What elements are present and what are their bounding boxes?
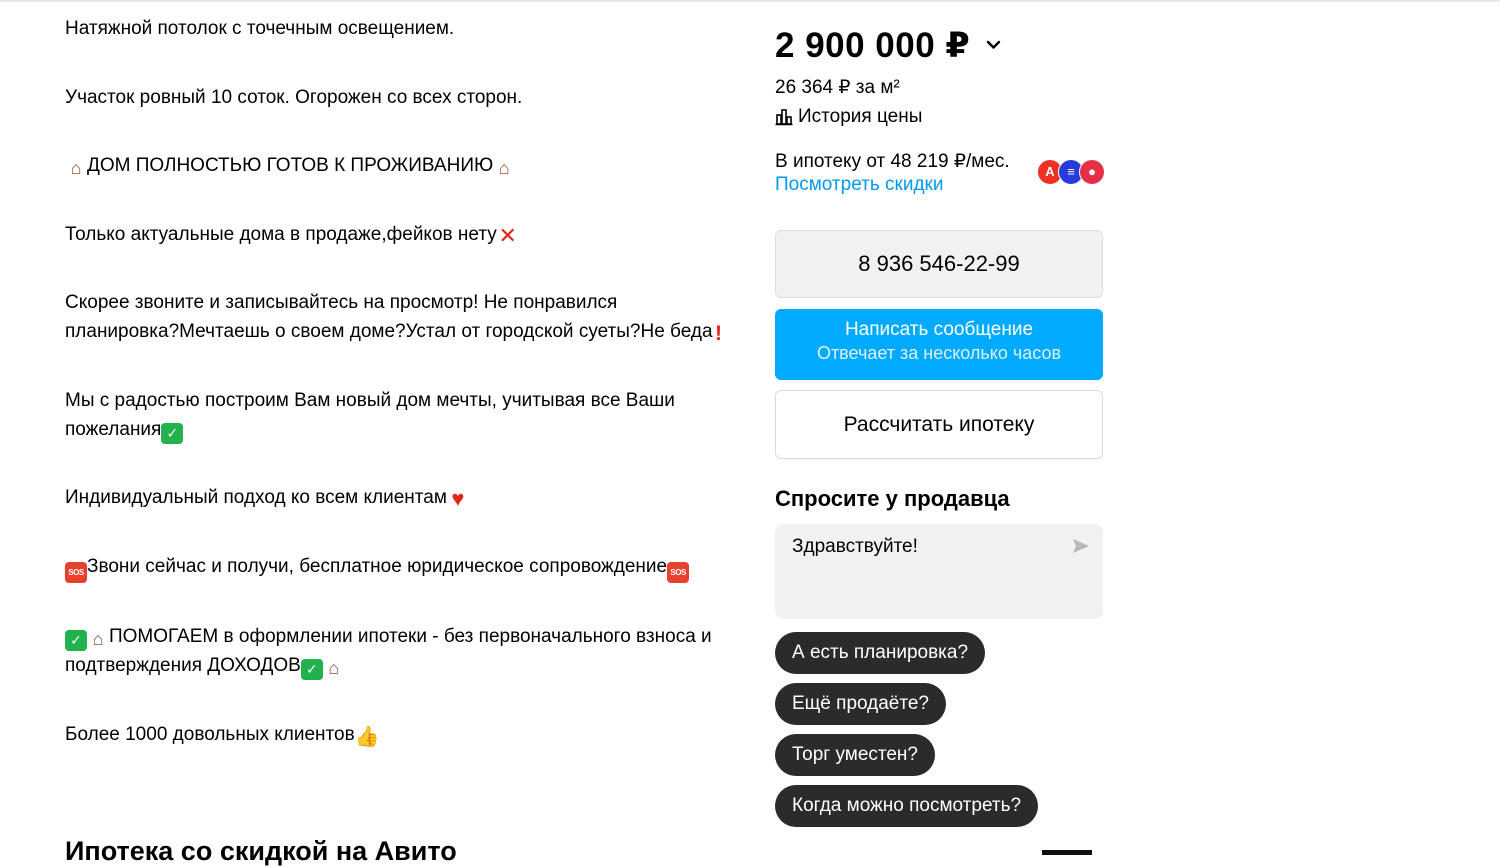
house-emoji-icon: ⌂	[70, 158, 82, 178]
desc-paragraph: ⌂ ДОМ ПОЛНОСТЬЮ ГОТОВ К ПРОЖИВАНИЮ ⌂	[65, 151, 735, 180]
calculate-mortgage-button[interactable]: Рассчитать ипотеку	[775, 390, 1103, 459]
desc-paragraph: Мы с радостью построим Вам новый дом меч…	[65, 386, 735, 444]
house-emoji-icon: ⌂	[92, 629, 104, 649]
thumbs-up-icon: 👍	[354, 725, 380, 748]
quick-question-chip[interactable]: А есть планировка?	[775, 632, 986, 674]
quick-question-chip[interactable]: Когда можно посмотреть?	[775, 785, 1039, 827]
house-emoji-icon: ⌂	[328, 658, 340, 678]
desc-text: ПОМОГАЕМ в оформлении ипотеки - без перв…	[65, 626, 712, 676]
price-per-m2: 26 364 ₽ за м²	[775, 77, 900, 98]
desc-text: Более 1000 довольных клиентов	[65, 723, 355, 745]
quick-question-chip[interactable]: Ещё продаёте?	[775, 683, 946, 725]
desc-paragraph: Индивидуальный подход ко всем клиентам ♥	[65, 483, 735, 512]
show-phone-button[interactable]: 8 936 546-22-99	[775, 230, 1103, 298]
house-emoji-icon: ⌂	[498, 158, 510, 178]
desc-text: Скорее звоните и записывайтесь на просмо…	[65, 292, 713, 342]
desc-text: Мы с радостью построим Вам новый дом меч…	[65, 389, 675, 440]
desc-text: Звони сейчас и получи, бесплатное юридич…	[87, 555, 668, 577]
desc-paragraph: Участок ровный 10 соток. Огорожен со все…	[65, 83, 735, 112]
bank-logo-icon: ●	[1079, 159, 1105, 185]
desc-text: Индивидуальный подход ко всем клиентам	[65, 487, 447, 508]
ask-seller-text: Здравствуйте!	[792, 536, 918, 557]
desc-text: ДОМ ПОЛНОСТЬЮ ГОТОВ К ПРОЖИВАНИЮ	[87, 155, 494, 176]
top-divider	[0, 0, 1500, 2]
price-history-link[interactable]: История цены	[775, 106, 922, 128]
mortgage-monthly: В ипотеку от 48 219 ₽/мес.	[775, 151, 1010, 172]
check-mark-icon: ✓	[161, 422, 184, 444]
cross-mark-icon: ✕	[498, 222, 517, 248]
price-history-label: История цены	[798, 106, 923, 127]
send-icon[interactable]	[1072, 538, 1090, 554]
see-discounts-link[interactable]: Посмотреть скидки	[775, 174, 943, 196]
desc-paragraph: SOS Звони сейчас и получи, бесплатное юри…	[65, 552, 735, 583]
desc-text: Натяжной потолок с точечным освещением.	[65, 18, 455, 39]
write-message-label: Написать сообщение	[844, 319, 1034, 340]
ask-seller-input[interactable]: Здравствуйте!	[775, 524, 1103, 619]
desc-text: Участок ровный 10 соток. Огорожен со все…	[65, 86, 523, 108]
sos-icon: SOS	[65, 561, 87, 583]
price: 2 900 000 ₽	[775, 26, 971, 65]
desc-text: Только актуальные дома в продаже,фейков …	[65, 223, 497, 245]
desc-paragraph: Натяжной потолок с точечным освещением.	[65, 14, 735, 43]
image-thumbnail-edge	[1042, 850, 1092, 855]
bank-logos: А ≡ ●	[1037, 159, 1107, 185]
desc-paragraph: Скорее звоните и записывайтесь на просмо…	[65, 288, 735, 346]
check-mark-icon: ✓	[65, 630, 87, 651]
write-message-button[interactable]: Написать сообщение Отвечает за несколько…	[775, 309, 1103, 380]
exclamation-icon: !	[715, 322, 723, 345]
sos-icon: SOS	[667, 561, 690, 583]
quick-question-chip[interactable]: Торг уместен?	[775, 734, 935, 776]
response-time-label: Отвечает за несколько часов	[816, 343, 1062, 363]
ask-seller-title: Спросите у продавца	[775, 486, 1010, 511]
heart-icon: ♥	[451, 486, 465, 511]
check-mark-icon: ✓	[300, 659, 323, 680]
desc-paragraph: Более 1000 довольных клиентов👍	[65, 720, 735, 749]
chart-icon	[775, 109, 793, 126]
mortgage-section-heading: Ипотека со скидкой на Авито	[65, 836, 457, 866]
desc-paragraph: Только актуальные дома в продаже,фейков …	[65, 220, 735, 249]
desc-paragraph: ✓ ⌂ ПОМОГАЕМ в оформлении ипотеки - без пе…	[65, 622, 735, 680]
chevron-down-icon[interactable]	[986, 37, 1001, 52]
listing-description: Натяжной потолок с точечным освещением. …	[65, 14, 735, 788]
